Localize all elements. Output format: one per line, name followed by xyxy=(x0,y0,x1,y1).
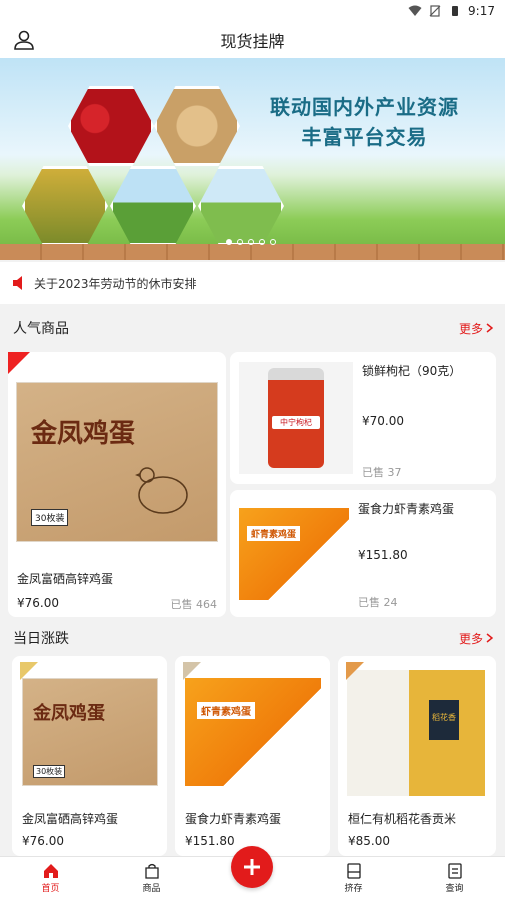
app-header: 现货挂牌 xyxy=(0,22,505,58)
product-name: 锁鲜枸杞（90克） xyxy=(362,364,462,378)
banner-line-1: 联动国内外产业资源 xyxy=(270,95,459,119)
cattle-photo xyxy=(198,166,284,246)
home-icon xyxy=(43,863,58,878)
carousel-dot[interactable] xyxy=(270,239,276,245)
chevron-right-icon xyxy=(486,323,493,333)
notice-bar[interactable]: 关于2023年劳动节的休市安排 xyxy=(0,262,505,304)
cow-photo xyxy=(110,166,196,246)
tab-products[interactable]: 商品 xyxy=(101,857,202,899)
daily-section-header: 当日涨跌 更多 xyxy=(0,618,505,658)
product-name: 蛋食力虾青素鸡蛋 xyxy=(185,812,282,826)
product-card-goji[interactable]: 中宁枸杞 锁鲜枸杞（90克） ¥70.00 已售 37 xyxy=(230,352,496,484)
tab-label: 商品 xyxy=(142,883,161,894)
tab-label: 挤存 xyxy=(344,883,363,894)
featured-product-card[interactable]: 金凤鸡蛋 30枚装 金凤富硒高锌鸡蛋 ¥76.00 已售 464 xyxy=(8,352,226,617)
carousel-dots[interactable] xyxy=(226,239,276,245)
product-sold: 已售 464 xyxy=(170,598,218,611)
daily-title: 当日涨跌 xyxy=(13,631,69,647)
speaker-icon xyxy=(13,276,22,290)
popular-title: 人气商品 xyxy=(13,321,69,337)
product-name: 金凤富硒高锌鸡蛋 xyxy=(22,812,119,826)
rice-photo xyxy=(22,166,108,246)
daily-card-egg[interactable]: 金凤鸡蛋 30枚装 金凤富硒高锌鸡蛋 ¥76.00 xyxy=(12,656,167,856)
product-sold: 已售 37 xyxy=(362,466,402,479)
box-title: 虾青素鸡蛋 xyxy=(247,526,301,541)
product-price: ¥85.00 xyxy=(348,834,390,848)
daily-card-rice[interactable]: 稻花香 桓仁有机稻花香贡米 ¥85.00 xyxy=(338,656,496,856)
product-sold: 已售 24 xyxy=(358,596,398,609)
banner-line-2: 丰富平台交易 xyxy=(301,125,428,149)
product-name: 蛋食力虾青素鸡蛋 xyxy=(358,502,455,516)
daily-card-astaxanthin-egg[interactable]: 虾青素鸡蛋 蛋食力虾青素鸡蛋 ¥151.80 xyxy=(175,656,330,856)
banner-caption: 联动国内外产业资源 丰富平台交易 xyxy=(270,92,459,152)
rice-box-image: 稻花香 xyxy=(347,670,485,796)
popular-section-header: 人气商品 更多 xyxy=(0,308,505,348)
product-name: 桓仁有机稻花香贡米 xyxy=(348,812,457,826)
chevron-right-icon xyxy=(486,633,493,643)
status-bar: 9:17 xyxy=(0,0,505,22)
product-price: ¥76.00 xyxy=(17,596,59,610)
tab-query[interactable]: 查询 xyxy=(404,857,505,899)
wood-floor xyxy=(0,244,505,260)
hen-icon xyxy=(135,467,188,514)
battery-icon xyxy=(452,6,459,16)
product-price: ¥76.00 xyxy=(22,834,64,848)
egg-box-image: 金凤鸡蛋 30枚装 xyxy=(16,382,218,542)
more-label: 更多 xyxy=(458,321,483,336)
product-price: ¥151.80 xyxy=(358,548,408,562)
product-price: ¥151.80 xyxy=(185,834,235,848)
product-name: 金凤富硒高锌鸡蛋 xyxy=(17,572,114,586)
page-title: 现货挂牌 xyxy=(220,32,285,51)
product-price: ¥70.00 xyxy=(362,414,404,428)
box-title: 稻花香 xyxy=(429,700,459,740)
tab-home[interactable]: 首页 xyxy=(0,857,101,899)
astaxanthin-box-image: 虾青素鸡蛋 xyxy=(239,508,349,600)
popular-more-link[interactable]: 更多 xyxy=(459,320,493,337)
carousel-dot[interactable] xyxy=(237,239,243,245)
tab-label: 首页 xyxy=(41,883,60,894)
add-button[interactable] xyxy=(231,846,273,888)
product-card-astaxanthin-egg[interactable]: 虾青素鸡蛋 蛋食力虾青素鸡蛋 ¥151.80 已售 24 xyxy=(230,490,496,617)
promo-banner[interactable]: 联动国内外产业资源 丰富平台交易 xyxy=(0,58,505,260)
goji-photo xyxy=(68,86,154,166)
egg-box-image: 金凤鸡蛋 30枚装 xyxy=(22,678,158,786)
more-label: 更多 xyxy=(458,631,483,646)
carousel-dot[interactable] xyxy=(248,239,254,245)
daily-more-link[interactable]: 更多 xyxy=(459,630,493,647)
soybean-photo xyxy=(154,86,240,166)
astaxanthin-box-image: 虾青素鸡蛋 xyxy=(185,678,321,786)
goji-jar-image: 中宁枸杞 xyxy=(239,362,353,474)
box-count: 30枚装 xyxy=(31,509,69,526)
bag-icon xyxy=(144,863,159,879)
carousel-dot[interactable] xyxy=(259,239,265,245)
list-icon xyxy=(447,862,462,879)
box-title: 虾青素鸡蛋 xyxy=(197,702,255,719)
no-sim-icon xyxy=(429,5,441,17)
carousel-dot-active[interactable] xyxy=(226,239,232,245)
box-title: 金凤鸡蛋 xyxy=(33,703,105,724)
tab-deposit[interactable]: 挤存 xyxy=(303,857,404,899)
deposit-icon xyxy=(346,862,361,879)
notice-text: 关于2023年劳动节的休市安排 xyxy=(34,276,197,291)
tab-label: 查询 xyxy=(445,883,464,894)
plus-icon xyxy=(244,859,260,875)
user-icon[interactable] xyxy=(12,28,36,52)
jar-label: 中宁枸杞 xyxy=(272,416,320,429)
status-time: 9:17 xyxy=(468,4,495,18)
box-count: 30枚装 xyxy=(33,765,66,778)
box-title: 金凤鸡蛋 xyxy=(31,419,136,449)
wifi-icon xyxy=(408,5,422,16)
